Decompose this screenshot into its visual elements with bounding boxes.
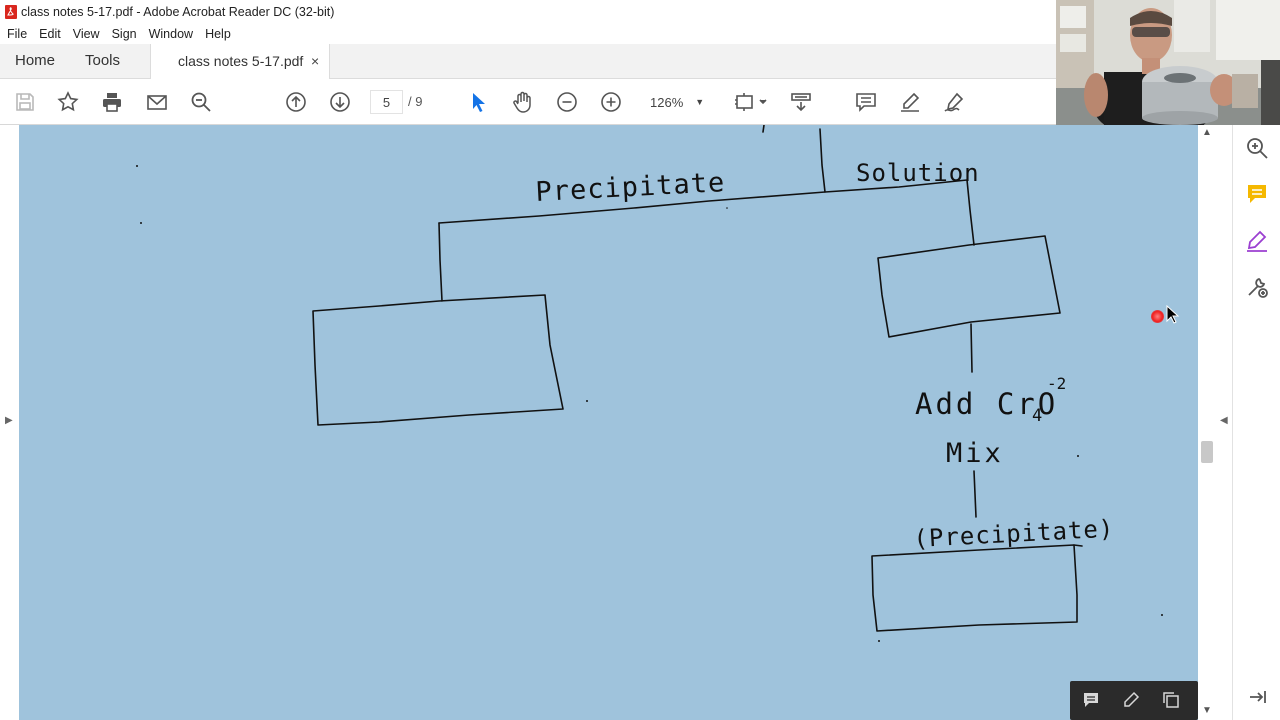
pen-icon[interactable] [1121,690,1141,710]
tab-home[interactable]: Home [15,44,55,78]
right-box [877,235,1061,338]
search-icon[interactable] [189,90,213,114]
select-pointer-icon[interactable] [467,90,491,114]
left-panel-strip: ▶ [0,125,19,720]
collapse-right-panel-icon[interactable]: ◀ [1220,415,1228,426]
zoom-panel-icon[interactable] [1244,135,1270,161]
bottom-box [871,544,1078,632]
left-box [312,294,564,426]
window-title: class notes 5-17.pdf - Adobe Acrobat Rea… [21,5,335,19]
tab-document[interactable]: class notes 5-17.pdf × [150,44,330,79]
highlight-pen-icon[interactable] [898,90,922,114]
right-panel-strip: ◀ [1216,125,1233,720]
laser-pointer-dot [1151,310,1164,323]
left-drop-line [438,222,443,302]
scroll-down-icon[interactable]: ▼ [1202,705,1212,716]
save-icon[interactable] [13,90,37,114]
tab-tools[interactable]: Tools [85,44,120,78]
solution-label: Solution [856,159,980,187]
fit-page-icon[interactable] [733,90,769,114]
acrobat-window: class notes 5-17.pdf - Adobe Acrobat Rea… [0,0,1280,720]
menu-help[interactable]: Help [205,27,231,41]
menu-file[interactable]: File [7,27,27,41]
expand-panel-icon[interactable] [1244,684,1270,710]
menu-sign[interactable]: Sign [112,27,137,41]
bottom-tick [1073,544,1083,547]
scrollbar-thumb[interactable] [1201,441,1213,463]
expand-left-panel-icon[interactable]: ▶ [5,415,13,426]
bookmark-star-icon[interactable] [56,90,80,114]
menu-edit[interactable]: Edit [39,27,61,41]
right-drop-line [966,179,975,246]
menu-window[interactable]: Window [149,27,193,41]
comment-icon[interactable] [854,90,878,114]
vertical-scrollbar[interactable]: ▲ ▼ [1198,125,1216,720]
handwritten-flowchart: Precipitate Solution Add CrO 4 -2 Mix (P… [136,125,1163,642]
page-number-input[interactable]: 5 [370,90,403,114]
print-icon[interactable] [100,90,124,114]
right-down-line [970,323,973,373]
more-tools-icon[interactable] [1244,274,1270,300]
webcam-video-overlay [1056,0,1280,125]
copy-icon[interactable] [1161,690,1181,710]
comment-icon[interactable] [1081,690,1101,710]
trunk-line [819,128,826,193]
email-icon[interactable] [145,90,169,114]
chevron-down-icon: ▼ [695,97,705,107]
zoom-in-icon[interactable] [599,90,623,114]
add-superscript: -2 [1047,374,1066,393]
add-subscript: 4 [1032,406,1042,426]
page-total: / 9 [408,94,423,109]
hand-icon[interactable] [511,90,535,114]
zoom-level-dropdown[interactable]: 126% ▼ [640,90,710,114]
right-tools-pane [1233,125,1280,720]
scroll-mode-icon[interactable] [789,90,813,114]
document-tab-label: class notes 5-17.pdf [178,53,304,69]
scroll-up-icon[interactable]: ▲ [1202,127,1212,138]
sign-icon[interactable] [942,90,966,114]
acrobat-logo-icon [5,5,17,19]
mix-down-line [973,470,977,518]
precipitate2-label: (Precipitate) [913,515,1115,553]
zoom-out-icon[interactable] [555,90,579,114]
zoom-value: 126% [650,94,684,110]
fill-sign-panel-icon[interactable] [1244,228,1270,254]
menu-view[interactable]: View [73,27,100,41]
comment-panel-icon[interactable] [1244,181,1270,207]
mouse-cursor-icon [1166,305,1180,324]
page-up-icon[interactable] [284,90,308,114]
page-down-icon[interactable] [328,90,352,114]
webcam-image [1056,0,1280,125]
close-icon[interactable]: × [311,44,319,78]
document-page: Precipitate Solution Add CrO 4 -2 Mix (P… [19,125,1198,720]
mix-label: Mix [946,438,1004,469]
floating-quick-tools [1070,681,1198,720]
top-stub-line [762,125,765,133]
